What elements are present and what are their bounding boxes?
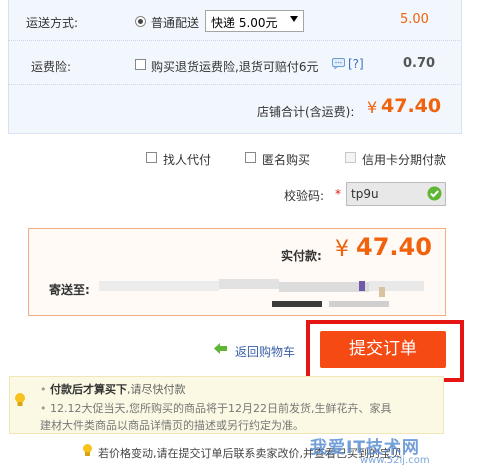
shipping-select-value: 快递 5.00元: [211, 16, 278, 30]
anonymous-checkbox[interactable]: [245, 152, 256, 163]
bulb-icon: [82, 443, 93, 460]
watermark-url: www.52ij.com: [360, 455, 430, 466]
insurance-price: 0.70: [403, 56, 436, 71]
insurance-label: 运费险:: [31, 60, 72, 74]
proxy-pay-checkbox[interactable]: [146, 152, 157, 163]
submit-order-button[interactable]: 提交订单: [320, 331, 446, 368]
captcha-value: tp9u: [351, 187, 379, 201]
store-total-value: 47.40: [381, 95, 442, 117]
shipping-price: 5.00: [400, 12, 429, 27]
back-arrow-icon[interactable]: [213, 342, 228, 358]
installments-checkbox: [345, 152, 356, 163]
check-icon: [427, 186, 442, 204]
tip-line-1: • 付款后才算买下,请尽快付款: [40, 383, 186, 396]
captcha-input[interactable]: tp9u: [346, 182, 446, 206]
divider: [8, 84, 460, 85]
tip-line-2: • 12.12大促当天,您所购买的商品将于12月22日前发货,生鲜花卉、家具: [40, 402, 392, 415]
tip-line-3: 建材大件类商品以商品详情页的描述或另行约定为准。: [40, 419, 304, 432]
tip-line-2-text: 12.12大促当天,您所购买的商品将于12月22日前发货,生鲜花卉、家具: [50, 402, 392, 415]
anonymous-label: 匿名购买: [262, 153, 311, 167]
ship-to-label: 寄送至:: [49, 283, 90, 297]
payment-currency: ¥: [335, 237, 349, 262]
tip-line-1-rest: ,请尽快付款: [127, 383, 186, 396]
shipping-radio[interactable]: [135, 16, 146, 27]
shipping-label: 运送方式:: [26, 16, 79, 30]
proxy-pay-label: 找人代付: [163, 153, 212, 167]
shipping-method-select[interactable]: 快递 5.00元: [205, 10, 304, 32]
back-to-cart-link[interactable]: 返回购物车: [235, 343, 295, 360]
store-total-currency: ¥: [367, 98, 378, 117]
bulb-icon: [14, 392, 26, 411]
chevron-down-icon: [290, 16, 298, 22]
insurance-checkbox-label: 购买退货运费险,退货可赔付6元: [151, 60, 319, 74]
installments-label: 信用卡分期付款: [362, 153, 447, 167]
payment-label: 实付款:: [281, 249, 322, 263]
tip-line-1-bold: 付款后才算买下: [50, 383, 127, 396]
chat-icon[interactable]: [332, 58, 345, 72]
insurance-checkbox[interactable]: [135, 59, 146, 70]
insurance-help-link[interactable]: [?]: [348, 57, 364, 71]
divider: [8, 40, 460, 41]
captcha-label: 校验码:: [284, 189, 325, 203]
required-mark: *: [335, 187, 341, 201]
payment-value: 47.40: [356, 233, 432, 261]
shipping-option-label: 普通配送: [151, 16, 200, 30]
store-total-label: 店铺合计(含运费):: [257, 105, 355, 119]
payment-summary-box: 实付款: ¥ 47.40 寄送至:: [28, 228, 446, 316]
